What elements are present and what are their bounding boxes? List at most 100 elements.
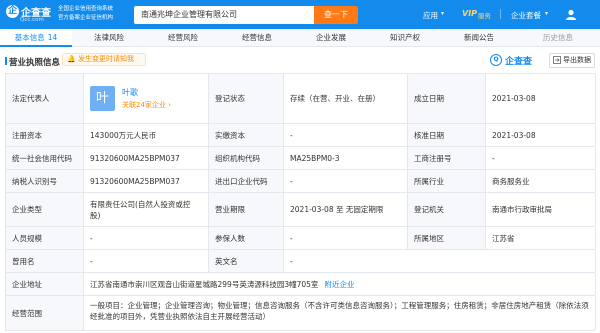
nav-app-menu[interactable]: 应用 [423,10,438,21]
watermark-text: 企查查 [505,57,533,67]
nearby-companies-link[interactable]: 附近企业 [324,279,354,290]
tab-operating-info[interactable]: 经营信息 [220,29,294,47]
staff-size-label: 人员规模 [6,227,84,249]
approved-date-value: 2021-03-08 [486,124,596,146]
tab-legal-risk[interactable]: 法律风险 [72,29,146,47]
export-icon [553,56,561,64]
header-tagline: 全国企业信用查询系统 官方备案企业征信机构 [58,5,138,24]
company-type-line-1: 有限责任公司(自然人投资或控 [90,200,191,209]
status-label: 登记状态 [209,74,284,123]
authority-label: 登记机关 [408,193,486,226]
logo-mark: 企 [6,5,19,18]
search-input[interactable]: 南通兆坤企业管理有限公司 [134,6,314,24]
paid-capital-value: - [284,124,408,146]
business-license-table: 法定代表人 叶 叶歌 关联24家企业 › 登记状态 存续（在营、开业、在册） 成… [5,73,596,331]
related-companies-link[interactable]: 关联24家企业 › [122,100,171,110]
chevron-down-icon: ▾ [545,10,549,17]
capital-label: 注册资本 [6,124,84,146]
nav-vip-service[interactable]: 服务 [478,10,491,20]
table-row: 企业类型 有限责任公司(自然人投资或控 股) 营业期限 2021-03-08 至… [6,193,596,227]
capital-value: 143000万元人民币 [84,124,209,146]
nav-enterprise-package[interactable]: 企业套餐 [511,10,541,21]
term-label: 营业期限 [209,193,284,226]
english-name-value: - [284,250,596,272]
tab-history[interactable]: 历史信息 [516,29,600,47]
authority-value: 南通市行政审批局 [486,193,596,226]
company-type-line-2: 股) [90,211,101,220]
tab-news[interactable]: 新闻公告 [442,29,516,47]
chevron-down-icon: ▾ [441,10,445,17]
company-type-label: 企业类型 [6,193,84,226]
former-name-value: - [84,250,209,272]
export-data-button[interactable]: 导出数据 [549,53,595,68]
insured-label: 参保人数 [209,227,284,249]
tagline-line-1: 全国企业信用查询系统 [58,6,114,12]
founded-label: 成立日期 [408,74,486,123]
tab-ip[interactable]: 知识产权 [368,29,442,47]
org-code-label: 组织机构代码 [209,147,284,169]
nav-divider [500,9,501,19]
address-label: 企业地址 [6,273,84,295]
status-value: 存续（在营、开业、在册） [284,74,408,123]
reg-no-label: 工商注册号 [408,147,486,169]
section-title: 营业执照信息 [9,58,61,68]
industry-value: 商务服务业 [486,170,596,192]
english-name-label: 英文名 [209,250,284,272]
notice-label: 发生变更时请知我 [77,55,134,63]
tax-id-value: 91320600MA25BPM037 [84,170,209,192]
uscc-value: 91320600MA25BPM037 [84,147,209,169]
tab-basic-info[interactable]: 基本信息 14 [0,29,72,47]
import-export-label: 进出口企业代码 [209,170,284,192]
tagline-line-2: 官方备案企业征信机构 [58,15,114,21]
insured-value: - [284,227,408,249]
tab-label: 基本信息 [14,33,45,42]
section-accent-bar [5,57,7,65]
region-label: 所属地区 [408,227,486,249]
paid-capital-label: 实缴资本 [209,124,284,146]
founded-value: 2021-03-08 [486,74,596,123]
term-value: 2021-03-08 至 无固定期限 [284,193,408,226]
region-value: 江苏省 [486,227,596,249]
tax-id-label: 纳税人识别号 [6,170,84,192]
approved-date-label: 核准日期 [408,124,486,146]
legal-rep-cell: 叶 叶歌 关联24家企业 › [84,74,209,123]
table-row: 企业地址 江苏省南通市崇川区观音山街道星城路299号英涛源科技园3幢705室 附… [6,273,596,296]
business-scope-label: 经营范围 [6,296,84,330]
tab-development[interactable]: 企业发展 [294,29,368,47]
industry-label: 所属行业 [408,170,486,192]
top-header: 企 企查查 Qcc.com 全国企业信用查询系统 官方备案企业征信机构 南通兆坤… [0,0,600,29]
org-code-value: MA25BPM0-3 [284,147,408,169]
reg-no-value: - [486,147,596,169]
vip-icon[interactable]: VIP [462,9,477,18]
table-row: 人员规模 - 参保人数 - 所属地区 江苏省 [6,227,596,250]
company-tabs: 基本信息 14 法律风险 经营风险 经营信息 企业发展 知识产权 新闻公告 历史信… [0,29,600,47]
search-button[interactable]: 查一下 [314,6,358,24]
business-scope-value: 一般项目：企业管理；企业管理咨询；物业管理；信息咨询服务（不含许可类信息咨询服务… [84,296,596,330]
legal-rep-label: 法定代表人 [6,74,84,123]
tab-count-badge: 14 [47,33,58,42]
watermark-logo-icon: Q [490,54,502,66]
staff-size-value: - [84,227,209,249]
change-notify-button[interactable]: 🔔 发生变更时请知我 [62,53,146,66]
tab-operating-risk[interactable]: 经营风险 [146,29,220,47]
table-row: 注册资本 143000万元人民币 实缴资本 - 核准日期 2021-03-08 [6,124,596,147]
export-label: 导出数据 [563,56,591,64]
table-row: 统一社会信用代码 91320600MA25BPM037 组织机构代码 MA25B… [6,147,596,170]
logo-domain: Qcc.com [20,17,44,23]
uscc-label: 统一社会信用代码 [6,147,84,169]
bell-icon: 🔔 [67,55,76,63]
qcc-watermark: Q 企查查 [490,53,545,67]
company-type-value: 有限责任公司(自然人投资或控 股) [84,193,209,226]
table-row: 经营范围 一般项目：企业管理；企业管理咨询；物业管理；信息咨询服务（不含许可类信… [6,296,596,331]
former-name-label: 曾用名 [6,250,84,272]
address-cell: 江苏省南通市崇川区观音山街道星城路299号英涛源科技园3幢705室 附近企业 [84,273,596,295]
table-row: 纳税人识别号 91320600MA25BPM037 进出口企业代码 - 所属行业… [6,170,596,193]
qcc-logo[interactable]: 企 企查查 Qcc.com [6,4,56,26]
import-export-value: - [284,170,408,192]
user-icon[interactable] [565,9,577,20]
table-row: 法定代表人 叶 叶歌 关联24家企业 › 登记状态 存续（在营、开业、在册） 成… [6,74,596,124]
legal-rep-name[interactable]: 叶歌 [122,87,171,98]
avatar[interactable]: 叶 [90,86,115,111]
address-value: 江苏省南通市崇川区观音山街道星城路299号英涛源科技园3幢705室 [90,279,319,289]
table-row: 曾用名 - 英文名 - [6,250,596,273]
